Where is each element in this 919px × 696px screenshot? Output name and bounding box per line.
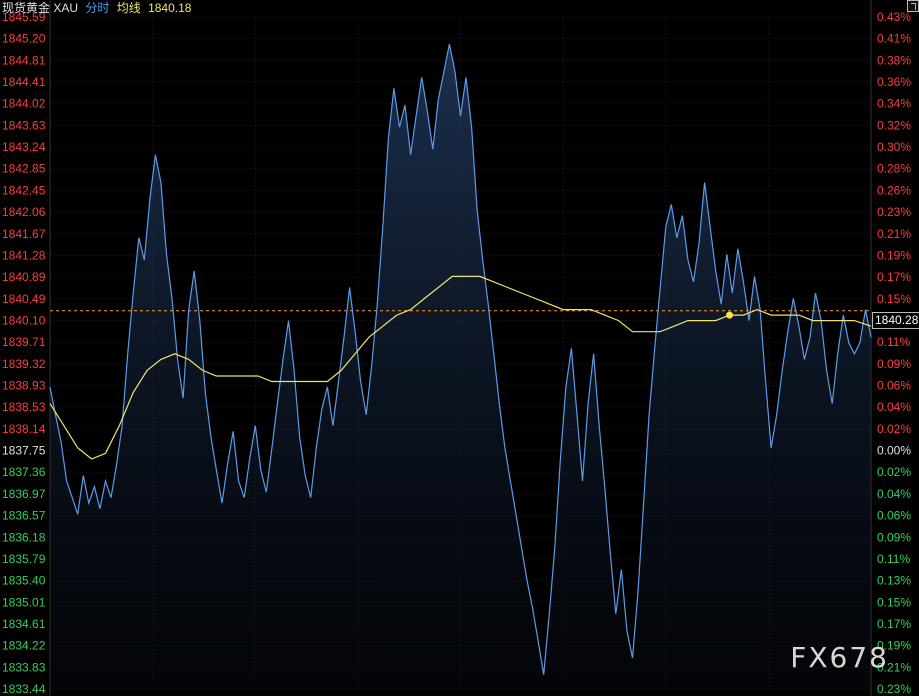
y-tick-right: 0.36% (877, 75, 911, 89)
y-tick-left: 1842.45 (2, 183, 46, 197)
chart-header: 现货黄金 XAU 分时 均线 1840.18 (2, 0, 195, 16)
y-tick-right: 0.06% (877, 379, 911, 393)
y-tick-right: 0.32% (877, 118, 911, 132)
current-price-tag: 1840.28 (872, 312, 919, 329)
mode-label[interactable]: 分时 (85, 1, 109, 15)
y-tick-left: 1844.81 (2, 53, 46, 67)
y-tick-left: 1844.02 (2, 97, 46, 111)
y-axis-right: 0.43% 0.41% 0.38% 0.36% 0.34% 0.32% 0.30% 0.28%… (877, 10, 911, 696)
y-tick-left: 1833.83 (2, 660, 46, 674)
y-tick-left: 1834.61 (2, 617, 46, 631)
y-tick-left: 1835.40 (2, 574, 46, 588)
average-label: 均线 (116, 1, 141, 15)
y-tick-left: 1841.28 (2, 248, 46, 262)
y-tick-left: 1839.71 (2, 335, 46, 349)
y-tick-left: 1840.89 (2, 270, 46, 284)
y-tick-left: 1842.06 (2, 205, 46, 219)
y-tick-right: 0.15% (877, 292, 911, 306)
y-tick-left: 1836.18 (2, 530, 46, 544)
intraday-chart[interactable]: 1845.591845.201844.811844.411844.021843.… (0, 0, 919, 696)
y-tick-right: 0.04% (877, 487, 911, 501)
y-tick-right: 0.41% (877, 32, 911, 46)
y-tick-left: 1843.24 (2, 140, 46, 154)
y-axis-left: 1845.591845.201844.811844.411844.021843.… (2, 10, 46, 696)
y-tick-right: 0.00% (877, 444, 911, 458)
y-tick-left: 1836.97 (2, 487, 46, 501)
y-tick-left: 1833.44 (2, 682, 46, 696)
y-tick-left: 1843.63 (2, 118, 46, 132)
y-tick-right: 0.13% (877, 574, 911, 588)
y-tick-left: 1837.36 (2, 465, 46, 479)
price-area (50, 44, 871, 690)
y-tick-left: 1839.32 (2, 357, 46, 371)
average-marker-dot (726, 311, 734, 319)
y-tick-right: 0.43% (877, 10, 911, 24)
y-tick-right: 0.19% (877, 248, 911, 262)
average-value: 1840.18 (148, 1, 192, 15)
y-tick-left: 1838.93 (2, 379, 46, 393)
expand-icon[interactable] (907, 0, 919, 12)
y-tick-left: 1840.10 (2, 313, 46, 327)
y-tick-right: 0.17% (877, 617, 911, 631)
y-tick-right: 0.23% (877, 205, 911, 219)
y-tick-right: 0.09% (877, 357, 911, 371)
y-tick-right: 0.21% (877, 227, 911, 241)
y-tick-left: 1841.67 (2, 227, 46, 241)
y-tick-right: 0.17% (877, 270, 911, 284)
y-tick-right: 0.11% (877, 335, 910, 349)
y-tick-left: 1838.14 (2, 422, 46, 436)
y-tick-left: 1836.57 (2, 509, 46, 523)
y-tick-right: 0.38% (877, 53, 911, 67)
y-tick-right: 0.23% (877, 682, 911, 696)
instrument-name: 现货黄金 XAU (2, 1, 79, 15)
y-tick-right: 0.15% (877, 595, 911, 609)
y-tick-right: 0.28% (877, 162, 911, 176)
watermark: FX678 (790, 641, 889, 674)
y-tick-right: 0.26% (877, 183, 911, 197)
y-tick-left: 1835.01 (2, 595, 46, 609)
y-tick-left: 1835.79 (2, 552, 46, 566)
y-tick-left: 1837.75 (2, 444, 46, 458)
y-tick-left: 1840.49 (2, 292, 46, 306)
y-tick-left: 1844.41 (2, 75, 46, 89)
y-tick-right: 0.02% (877, 465, 911, 479)
y-tick-left: 1838.53 (2, 400, 46, 414)
y-tick-right: 0.02% (877, 422, 911, 436)
y-tick-right: 0.09% (877, 530, 911, 544)
y-tick-right: 0.11% (877, 552, 910, 566)
y-tick-left: 1842.85 (2, 162, 46, 176)
y-tick-right: 0.04% (877, 400, 911, 414)
y-tick-left: 1845.20 (2, 32, 46, 46)
y-tick-right: 0.06% (877, 509, 911, 523)
y-tick-right: 0.34% (877, 97, 911, 111)
y-tick-left: 1834.22 (2, 639, 46, 653)
y-tick-right: 0.30% (877, 140, 911, 154)
